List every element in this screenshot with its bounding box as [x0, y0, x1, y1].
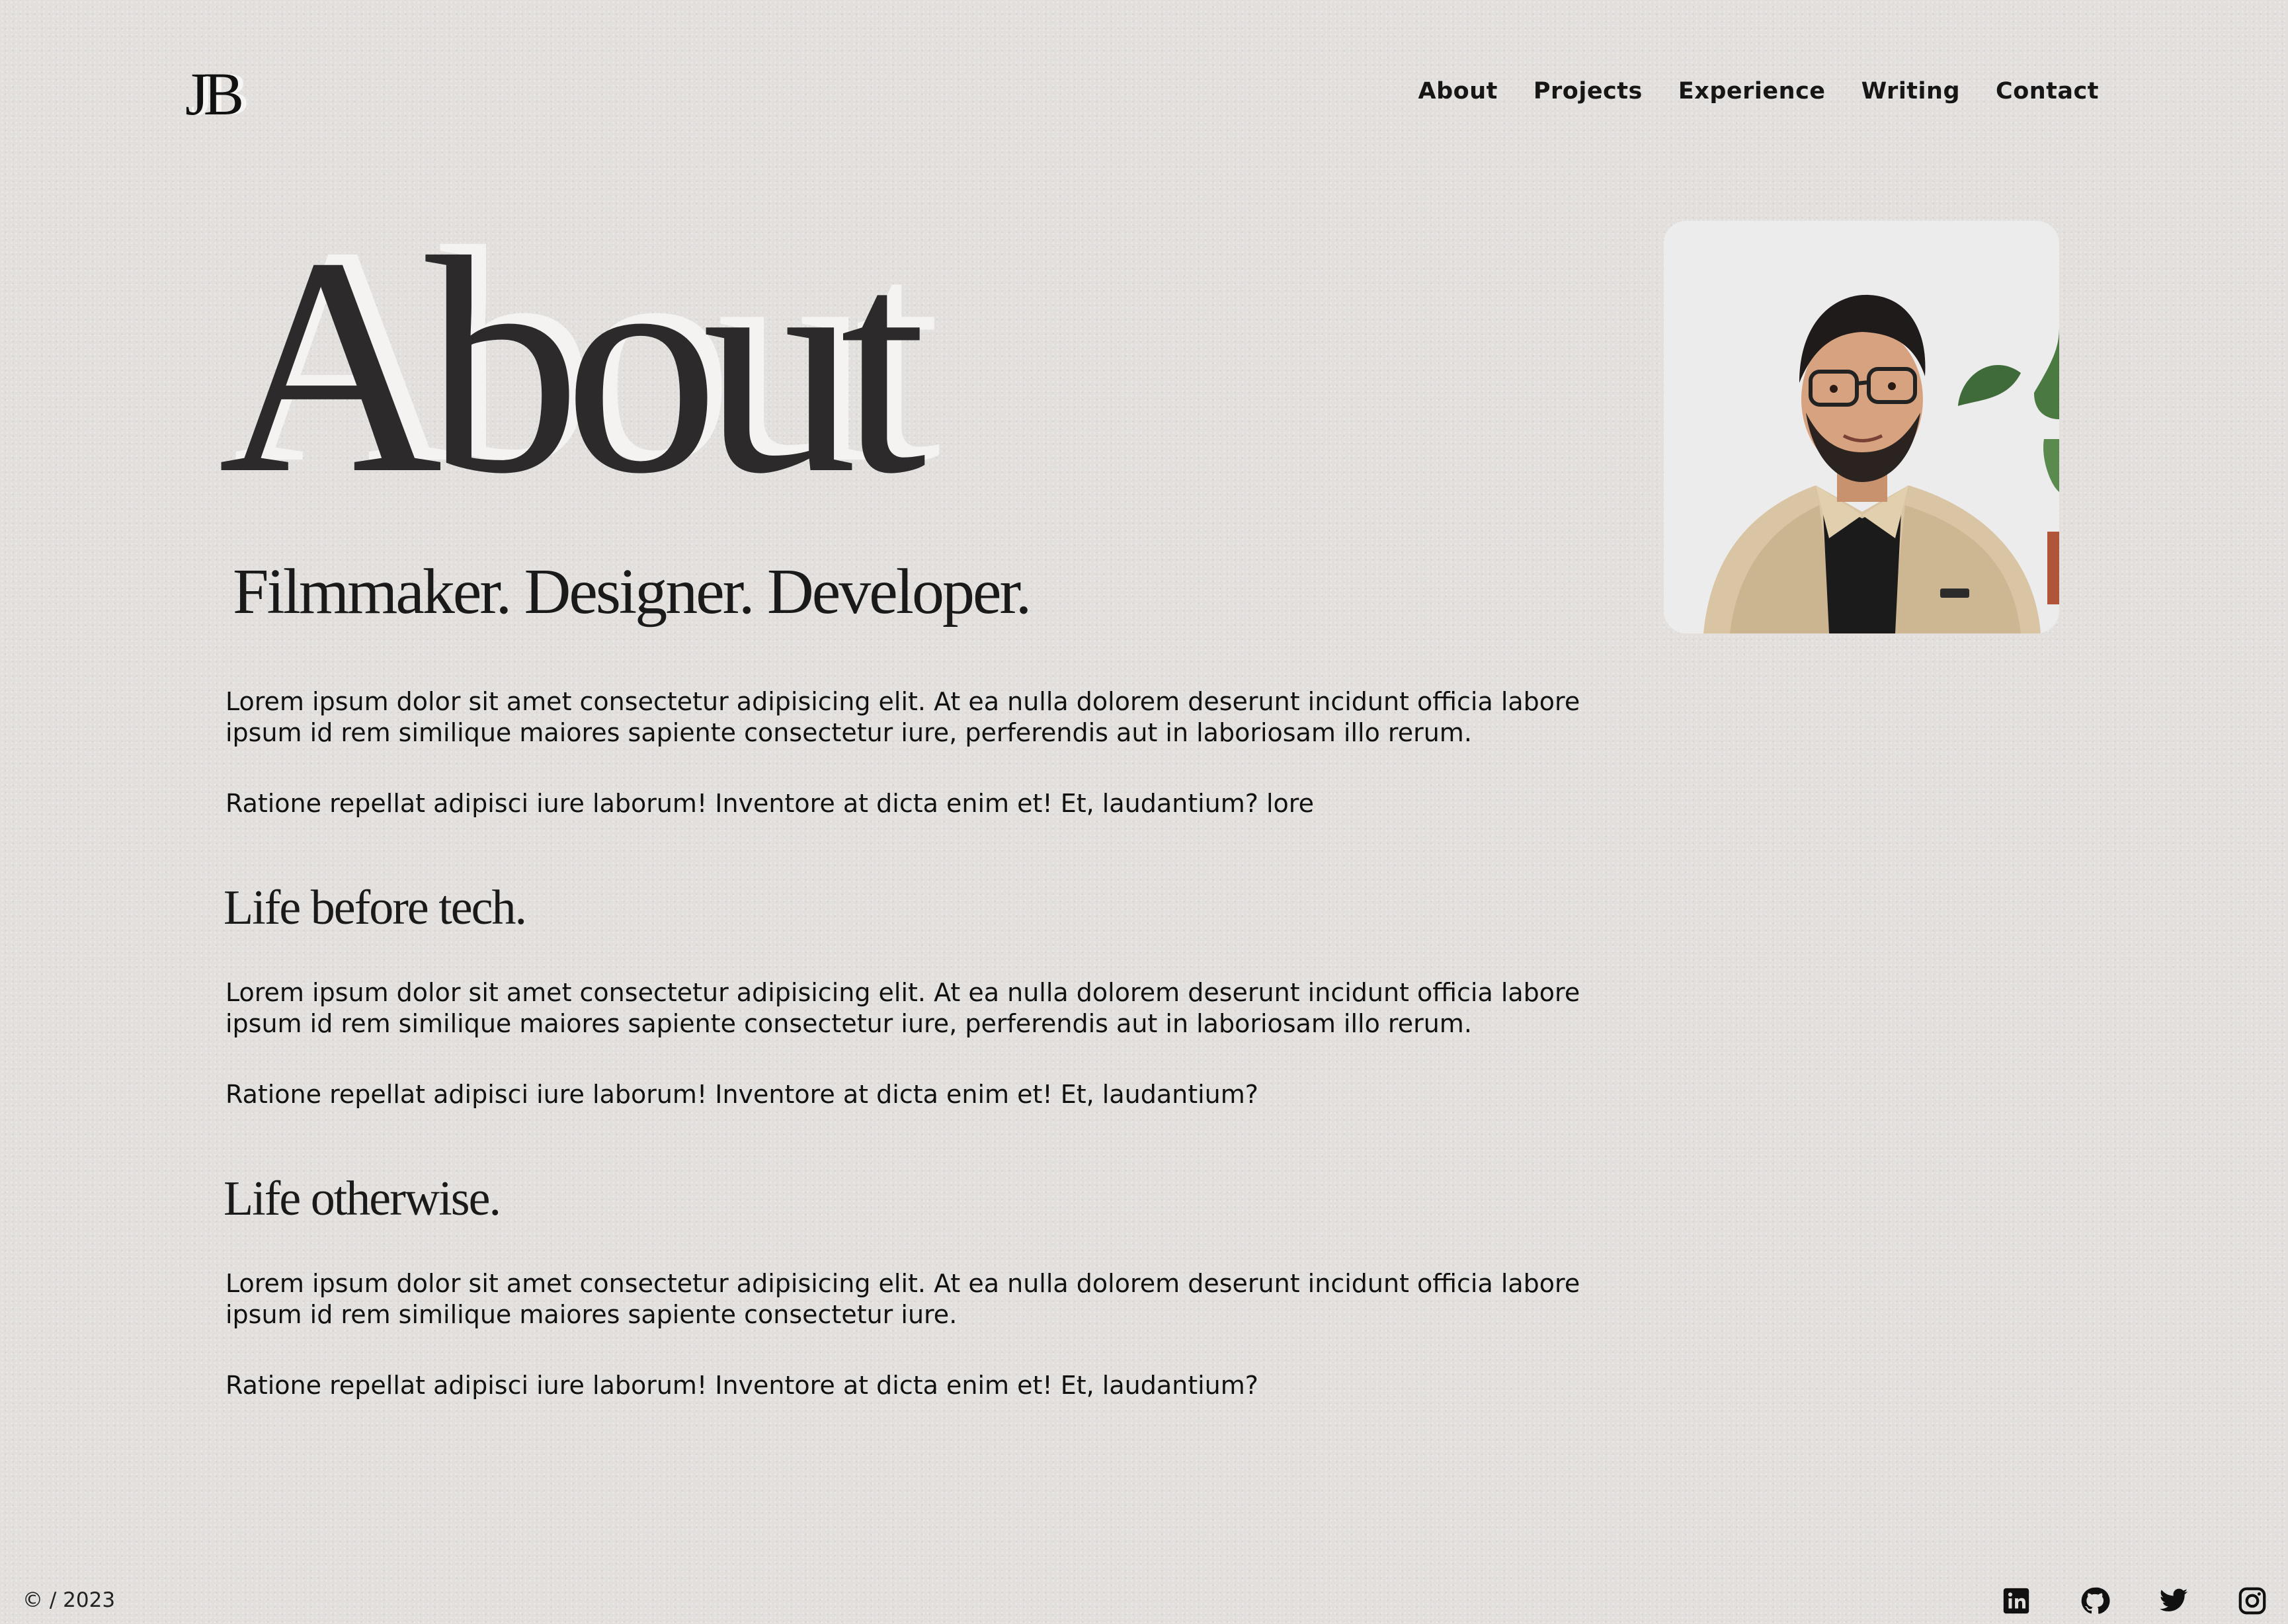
otherwise-paragraph-2: Ratione repellat adipisci iure laborum! … [225, 1371, 1258, 1400]
intro-paragraph-1: Lorem ipsum dolor sit amet consectetur a… [225, 687, 1580, 747]
instagram-icon[interactable] [2237, 1586, 2268, 1616]
intro-paragraph-2: Ratione repellat adipisci iure laborum! … [225, 789, 1314, 818]
section-heading-otherwise: Life otherwise. [224, 1172, 501, 1226]
nav-link-projects[interactable]: Projects [1533, 78, 1643, 104]
main-nav: About Projects Experience Writing Contac… [1418, 78, 2099, 104]
nav-link-writing[interactable]: Writing [1861, 78, 1960, 104]
nav-link-experience[interactable]: Experience [1678, 78, 1826, 104]
nav-link-about[interactable]: About [1418, 78, 1498, 104]
twitter-icon[interactable] [2158, 1586, 2189, 1616]
section-heading-before-tech: Life before tech. [224, 881, 527, 935]
tagline: Filmmaker. Designer. Developer. [233, 556, 1032, 628]
page-title: About [218, 193, 926, 538]
profile-photo [1664, 221, 2059, 633]
linkedin-icon[interactable] [2001, 1586, 2031, 1616]
otherwise-paragraph-1: Lorem ipsum dolor sit amet consectetur a… [225, 1269, 1580, 1329]
before-tech-paragraph-2: Ratione repellat adipisci iure laborum! … [225, 1080, 1258, 1109]
portrait-illustration [1664, 221, 2059, 633]
site-logo[interactable]: JB [185, 63, 244, 124]
nav-link-contact[interactable]: Contact [1996, 78, 2099, 104]
before-tech-paragraph-1: Lorem ipsum dolor sit amet consectetur a… [225, 978, 1580, 1038]
github-icon[interactable] [2080, 1586, 2110, 1616]
copyright: © / 2023 [22, 1588, 116, 1612]
